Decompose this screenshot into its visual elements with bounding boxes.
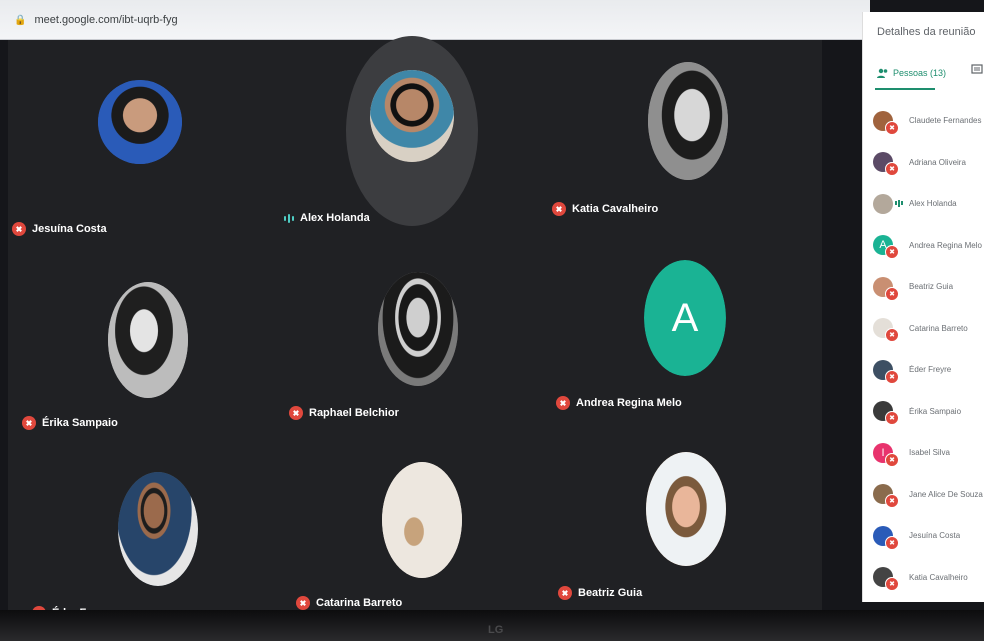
participant-nametag: ✖ Raphael Belchior [289, 406, 399, 420]
participant-nametag: ✖ Beatriz Guia [558, 586, 642, 600]
mic-off-icon: ✖ [885, 577, 899, 592]
url-text: meet.google.com/ibt-uqrb-fyg [34, 14, 178, 26]
mic-off-icon: ✖ [885, 535, 899, 550]
participant-avatar: A [644, 260, 726, 376]
avatar: A ✖ [873, 235, 899, 260]
panel-title: Detalhes da reunião [877, 26, 976, 38]
participant-avatar [98, 80, 182, 164]
mic-off-icon: ✖ [885, 494, 899, 509]
avatar: ✖ [873, 359, 899, 384]
browser-address-bar[interactable]: 🔒 meet.google.com/ibt-uqrb-fyg [0, 0, 870, 40]
avatar: ✖ [873, 110, 899, 135]
lock-icon: 🔒 [14, 15, 27, 26]
participant-avatar [370, 70, 454, 162]
participant-nametag: Alex Holanda [284, 212, 370, 224]
list-item[interactable]: Alex Holanda [873, 183, 984, 225]
list-item[interactable]: ✖ Adriana Oliveira [873, 142, 984, 184]
participant-avatar [108, 282, 188, 398]
participant-avatar [378, 272, 458, 386]
tab-chat[interactable] [971, 64, 983, 76]
mic-off-icon: ✖ [289, 406, 303, 420]
mic-off-icon: ✖ [22, 416, 36, 430]
participant-nametag: ✖ Catarina Barreto [296, 596, 402, 610]
list-item[interactable]: ✖ Katia Cavalheiro [873, 557, 984, 599]
mic-off-icon: ✖ [12, 222, 26, 236]
speaking-indicator-icon [895, 199, 903, 207]
avatar: ✖ [873, 152, 899, 177]
avatar: ✖ [873, 276, 899, 301]
list-item[interactable]: ✖ Jane Alice De Souza T [873, 474, 984, 516]
participant-nametag: ✖ Andrea Regina Melo [556, 396, 682, 410]
list-item[interactable]: ✖ Claudete Fernandes [873, 100, 984, 142]
list-item[interactable]: A ✖ Andrea Regina Melo [873, 225, 984, 267]
people-list: ✖ Claudete Fernandes ✖ Adriana Oliveira … [873, 100, 984, 598]
list-item[interactable]: ✖ Catarina Barreto [873, 308, 984, 350]
video-grid: ✖ Jesuína Costa Alex Holanda ✖ Katia Cav… [8, 36, 822, 620]
participant-avatar [648, 62, 728, 180]
monitor-brand: LG [488, 624, 504, 636]
participant-avatar [646, 452, 726, 566]
speaking-indicator-icon [284, 213, 294, 223]
mic-off-icon: ✖ [885, 369, 899, 384]
avatar [873, 193, 903, 214]
tab-people[interactable]: Pessoas (13) [877, 68, 946, 78]
participant-avatar [118, 472, 198, 586]
mic-off-icon: ✖ [885, 162, 899, 177]
mic-off-icon: ✖ [558, 586, 572, 600]
meeting-details-panel: Detalhes da reunião Pessoas (13) ✖ Claud… [862, 12, 984, 602]
monitor-bezel: LG [0, 610, 984, 641]
mic-off-icon: ✖ [885, 452, 899, 467]
avatar: ✖ [873, 567, 899, 592]
chat-icon [971, 64, 983, 74]
list-item[interactable]: ✖ Érika Sampaio [873, 391, 984, 433]
participant-nametag: ✖ Érika Sampaio [22, 416, 118, 430]
list-item[interactable]: ✖ Éder Freyre [873, 349, 984, 391]
participant-nametag: ✖ Katia Cavalheiro [552, 202, 658, 216]
avatar: ✖ [873, 525, 899, 550]
mic-off-icon: ✖ [296, 596, 310, 610]
people-icon [877, 68, 888, 78]
list-item[interactable]: ✖ Beatriz Guia [873, 266, 984, 308]
mic-off-icon: ✖ [885, 120, 899, 135]
avatar: ✖ [873, 318, 899, 343]
participant-avatar [382, 462, 462, 578]
avatar: ✖ [873, 484, 899, 509]
participant-nametag: ✖ Jesuína Costa [12, 222, 107, 236]
mic-off-icon: ✖ [885, 245, 899, 260]
tab-underline [875, 88, 935, 90]
mic-off-icon: ✖ [885, 411, 899, 426]
list-item[interactable]: I ✖ Isabel Silva [873, 432, 984, 474]
mic-off-icon: ✖ [885, 286, 899, 301]
avatar: I ✖ [873, 442, 899, 467]
list-item[interactable]: ✖ Jesuína Costa [873, 515, 984, 557]
mic-off-icon: ✖ [885, 328, 899, 343]
mic-off-icon: ✖ [552, 202, 566, 216]
avatar: ✖ [873, 401, 899, 426]
mic-off-icon: ✖ [556, 396, 570, 410]
